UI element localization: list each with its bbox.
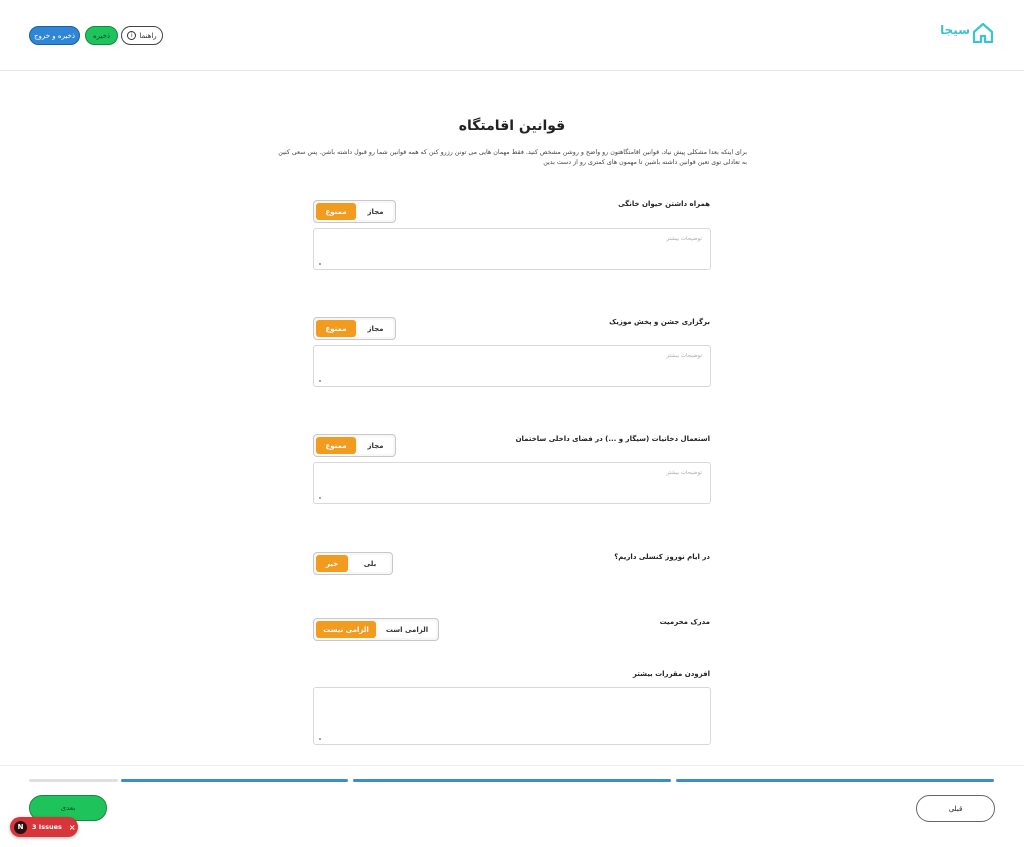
pets-option-forbidden[interactable]: ممنوع xyxy=(316,203,356,220)
pets-description-input[interactable]: توضیحات بیشتر xyxy=(313,228,711,270)
logo-text: سیجا xyxy=(940,23,970,37)
previous-button[interactable]: قبلی xyxy=(916,795,995,822)
placeholder: توضیحات بیشتر xyxy=(666,236,702,242)
save-button[interactable]: ذخیره xyxy=(85,26,118,45)
intro-text: برای اینکه بعدا مشکلی پیش نیاد، قوانین ا… xyxy=(278,149,747,166)
rule-label-nowruz: در ایام نوروز کنسلی داریم؟ xyxy=(614,553,710,561)
progress-segment xyxy=(676,779,994,782)
resize-handle[interactable] xyxy=(319,380,321,382)
issues-badge[interactable]: N 3 Issues × xyxy=(10,817,78,837)
smoking-option-allowed[interactable]: مجاز xyxy=(358,437,393,454)
resize-handle[interactable] xyxy=(319,738,321,740)
rule-label-party: برگزاری جشن و پخش موزیک xyxy=(609,318,710,326)
party-option-forbidden[interactable]: ممنوع xyxy=(316,320,356,337)
rule-label-smoking: استعمال دخانیات (سیگار و ...) در فضای دا… xyxy=(515,435,710,443)
issues-count: 3 Issues xyxy=(32,823,62,831)
progress-bar xyxy=(29,779,994,782)
rule-label-kinship: مدرک محرمیت xyxy=(659,618,710,626)
smoking-toggle: ممنوع مجاز xyxy=(313,434,396,457)
help-button[interactable]: i راهنما xyxy=(121,26,163,45)
pets-option-allowed[interactable]: مجاز xyxy=(358,203,393,220)
progress-segment xyxy=(29,779,118,782)
close-icon[interactable]: × xyxy=(69,823,76,832)
nowruz-toggle: خیر بلی xyxy=(313,552,393,575)
placeholder: توضیحات بیشتر xyxy=(666,353,702,359)
placeholder: توضیحات بیشتر xyxy=(666,470,702,476)
page-title: قوانین اقامتگاه xyxy=(458,118,566,134)
nowruz-option-no[interactable]: خیر xyxy=(316,555,348,572)
progress-segment xyxy=(353,779,671,782)
party-option-allowed[interactable]: مجاز xyxy=(358,320,393,337)
footer-bar xyxy=(0,765,1024,847)
extra-rules-input[interactable] xyxy=(313,687,711,745)
next-logo-icon: N xyxy=(14,820,27,834)
resize-handle[interactable] xyxy=(319,263,321,265)
extra-rules-label: افزودن مقررات بیشتر xyxy=(632,670,710,678)
logo[interactable]: سیجا xyxy=(932,21,994,47)
house-logo-icon xyxy=(972,22,994,44)
party-toggle: ممنوع مجاز xyxy=(313,317,396,340)
progress-segment xyxy=(121,779,348,782)
kinship-option-required[interactable]: الزامی است xyxy=(378,621,436,638)
nowruz-option-yes[interactable]: بلی xyxy=(350,555,390,572)
party-description-input[interactable]: توضیحات بیشتر xyxy=(313,345,711,387)
resize-handle[interactable] xyxy=(319,497,321,499)
smoking-description-input[interactable]: توضیحات بیشتر xyxy=(313,462,711,504)
rule-label-pets: همراه داشتن حیوان خانگی xyxy=(618,200,710,208)
info-icon: i xyxy=(127,31,137,40)
smoking-option-forbidden[interactable]: ممنوع xyxy=(316,437,356,454)
save-and-exit-button[interactable]: ذخیره و خروج xyxy=(29,26,80,45)
pets-toggle: ممنوع مجاز xyxy=(313,200,396,223)
top-header: سیجا ذخیره و خروج ذخیره i راهنما xyxy=(0,0,1024,71)
kinship-toggle: الزامی نیست الزامی است xyxy=(313,618,439,641)
kinship-option-not-required[interactable]: الزامی نیست xyxy=(316,621,376,638)
